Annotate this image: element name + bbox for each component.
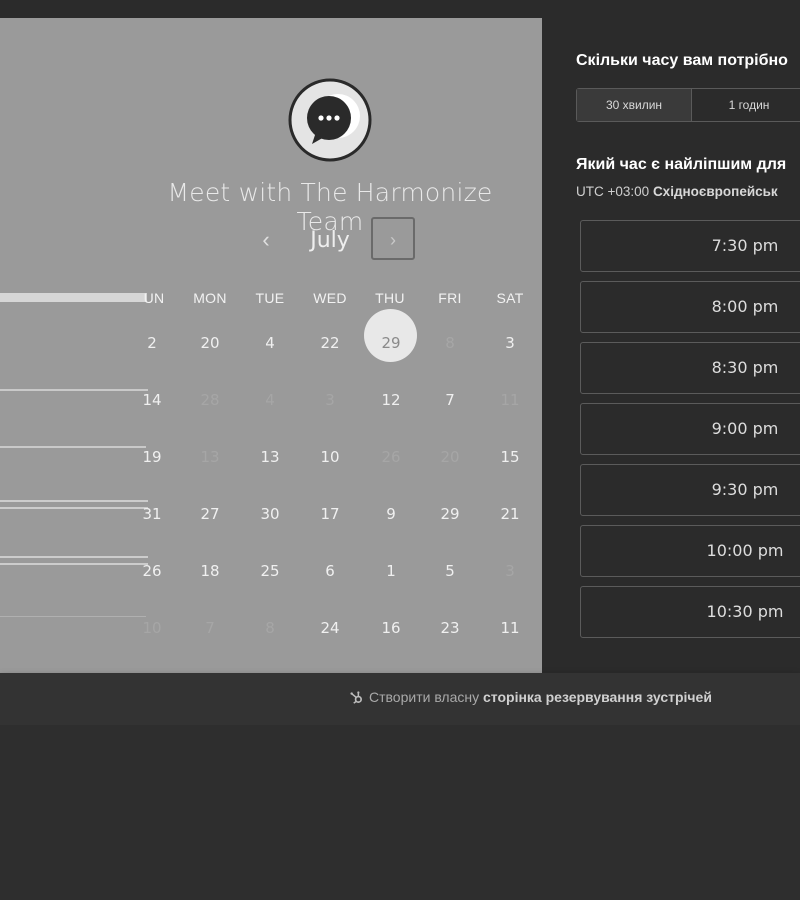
calendar-day: 8	[265, 619, 275, 637]
calendar-day[interactable]: 2	[122, 334, 182, 352]
time-slot-button[interactable]: 9:00 pm	[580, 403, 800, 455]
chevron-left-icon: ‹	[262, 227, 270, 252]
time-slot-button[interactable]: 10:00 pm	[580, 525, 800, 577]
footer-prefix: Створити власну	[369, 689, 480, 705]
calendar-day[interactable]: 1	[361, 562, 421, 580]
hubspot-sprocket-icon	[350, 691, 362, 704]
page-background	[0, 725, 800, 900]
booking-panel: Скільки часу вам потрібно 30 хвилин 1 го…	[542, 18, 800, 673]
footer-link-text: сторінка резервування зустрічей	[483, 689, 712, 705]
calendar-day[interactable]: 22	[300, 334, 360, 352]
calendar-day: 13	[200, 448, 220, 466]
calendar-day: 8	[445, 334, 455, 352]
calendar-day[interactable]: 7	[420, 391, 480, 409]
time-question: Який час є найліпшим для	[576, 156, 787, 173]
calendar-day-selected[interactable]: 29	[361, 334, 421, 352]
calendar-day[interactable]: 4	[240, 334, 300, 352]
calendar-day[interactable]: 5	[420, 562, 480, 580]
calendar-day[interactable]: 11	[480, 619, 540, 637]
calendar-day[interactable]: 19	[122, 448, 182, 466]
calendar-day[interactable]: 12	[361, 391, 421, 409]
timezone-selector[interactable]: UTC +03:00 Східноєвропейськ	[576, 184, 778, 199]
weekday-label: TUE	[255, 290, 285, 306]
calendar-day: 3	[325, 391, 335, 409]
calendar-day[interactable]: 20	[180, 334, 240, 352]
calendar-day[interactable]: 26	[122, 562, 182, 580]
time-slot-button[interactable]: 10:30 pm	[580, 586, 800, 638]
timezone-offset: UTC +03:00	[576, 184, 650, 199]
weekday-label: THU	[375, 290, 405, 306]
duration-option-30min[interactable]: 30 хвилин	[577, 89, 692, 121]
duration-question: Скільки часу вам потрібно	[576, 52, 788, 69]
calendar-day: 20	[440, 448, 460, 466]
time-slot-button[interactable]: 8:00 pm	[580, 281, 800, 333]
calendar-day[interactable]: 25	[240, 562, 300, 580]
create-booking-page-link[interactable]: Створити власну сторінка резервування зу…	[350, 689, 712, 705]
calendar-day: 11	[500, 391, 520, 409]
calendar-day[interactable]: 15	[480, 448, 540, 466]
weekday-label: SAT	[496, 290, 524, 306]
footer-bar: Створити власну сторінка резервування зу…	[0, 673, 800, 725]
calendar-day[interactable]: 9	[361, 505, 421, 523]
decorative-bar	[0, 616, 146, 617]
calendar-day[interactable]: 14	[122, 391, 182, 409]
calendar-day: 28	[200, 391, 220, 409]
next-month-button[interactable]: ›	[371, 217, 415, 260]
duration-option-1hour[interactable]: 1 годин	[691, 89, 800, 121]
weekday-label: MON	[193, 290, 227, 306]
time-slot-button[interactable]: 9:30 pm	[580, 464, 800, 516]
month-label: July	[310, 228, 350, 253]
calendar-day[interactable]: 27	[180, 505, 240, 523]
calendar-day[interactable]: 17	[300, 505, 360, 523]
calendar-panel: Meet with The Harmonize Team ‹ July › UN…	[0, 18, 542, 673]
calendar-day[interactable]: 13	[240, 448, 300, 466]
weekday-label: UN	[143, 290, 165, 306]
calendar-day: 4	[265, 391, 275, 409]
time-slot-button[interactable]: 7:30 pm	[580, 220, 800, 272]
calendar-day[interactable]: 18	[180, 562, 240, 580]
previous-month-button[interactable]: ‹	[252, 226, 280, 254]
calendar-day[interactable]: 16	[361, 619, 421, 637]
top-strip	[0, 0, 800, 18]
calendar-day[interactable]: 31	[122, 505, 182, 523]
calendar-day: 10	[142, 619, 162, 637]
calendar-day[interactable]: 21	[480, 505, 540, 523]
calendar-day: 3	[505, 562, 515, 580]
calendar-day[interactable]: 30	[240, 505, 300, 523]
calendar-day[interactable]: 24	[300, 619, 360, 637]
chevron-right-icon: ›	[390, 230, 396, 250]
time-slot-button[interactable]: 8:30 pm	[580, 342, 800, 394]
weekday-label: WED	[313, 290, 347, 306]
calendar-day[interactable]: 23	[420, 619, 480, 637]
calendar-day: 26	[381, 448, 401, 466]
calendar-day[interactable]: 10	[300, 448, 360, 466]
calendar-day[interactable]: 3	[480, 334, 540, 352]
calendar-day[interactable]: 29	[420, 505, 480, 523]
calendar-day: 7	[205, 619, 215, 637]
weekday-label: FRI	[438, 290, 462, 306]
chat-bubble-logo-icon	[288, 78, 372, 162]
duration-toggle: 30 хвилин 1 годин	[576, 88, 800, 122]
calendar-day[interactable]: 6	[300, 562, 360, 580]
timezone-name: Східноєвропейськ	[652, 184, 778, 199]
